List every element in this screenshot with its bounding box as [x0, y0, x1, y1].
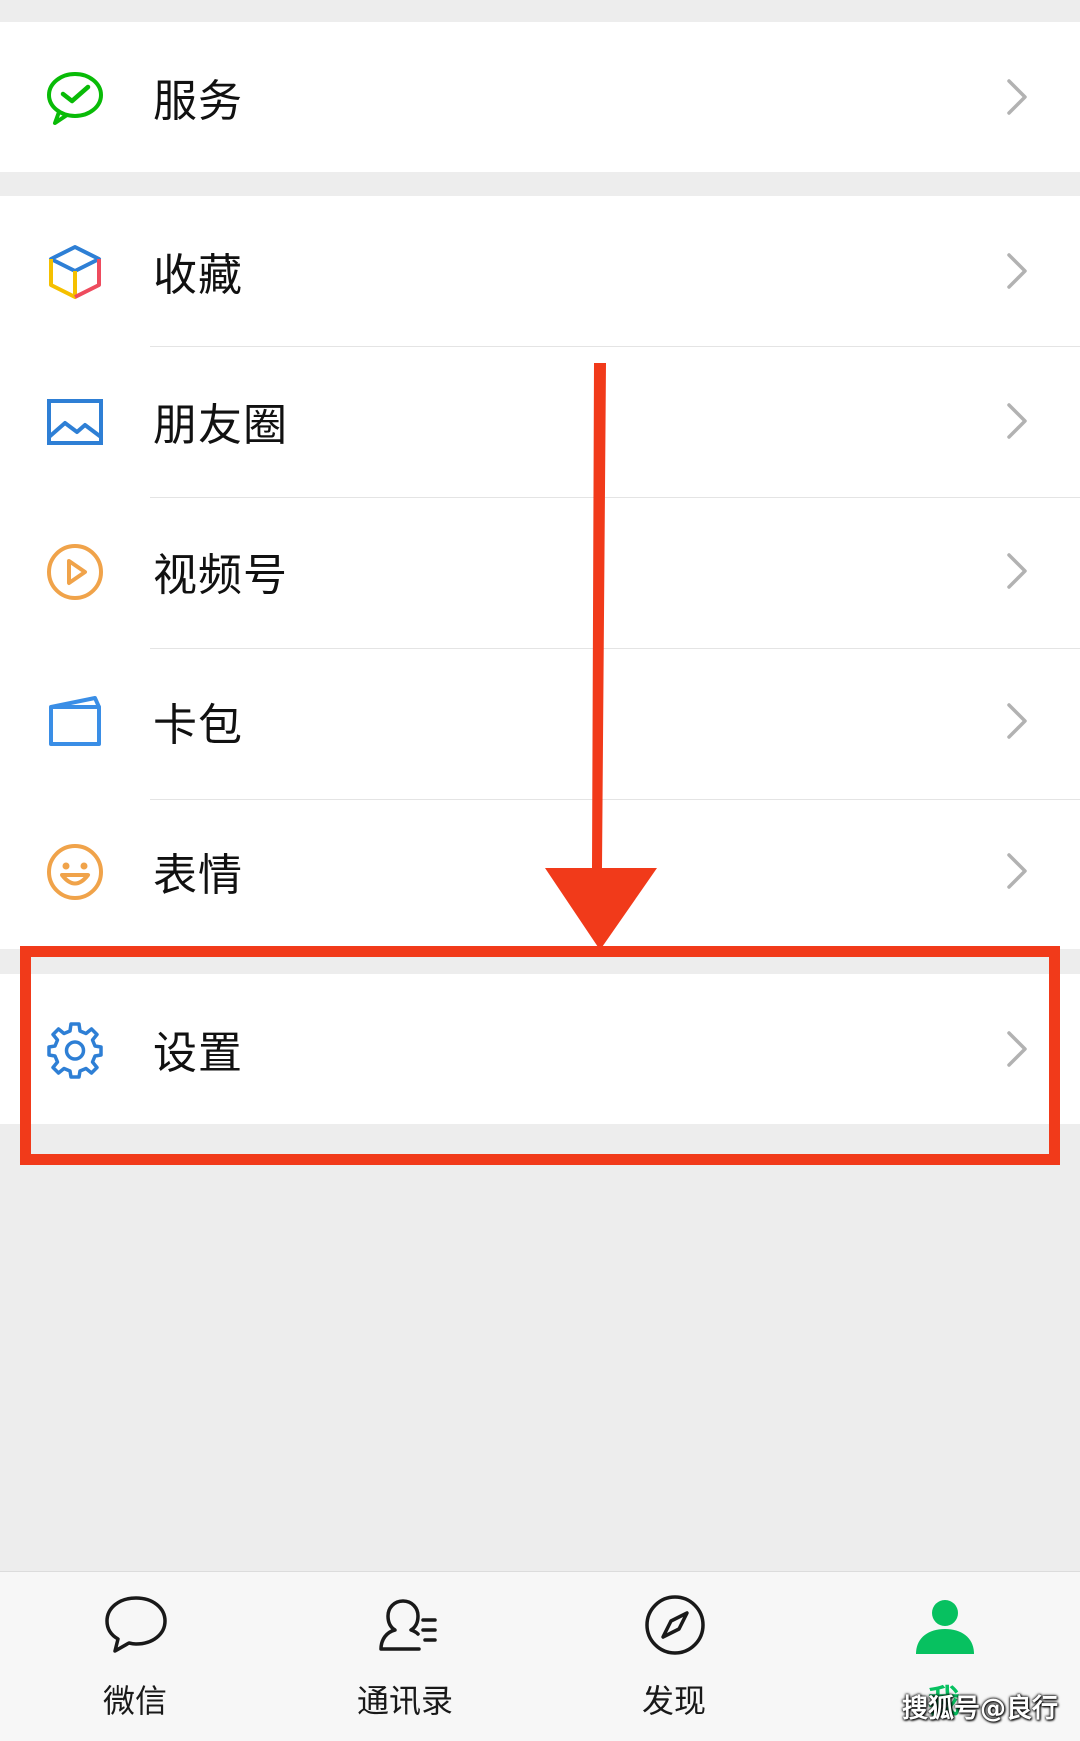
favorites-cube-icon [49, 245, 101, 299]
menu-item-label: 朋友圈 [153, 400, 288, 451]
tab-label: 微信 [102, 1682, 167, 1720]
compass-icon [645, 1595, 705, 1655]
chevron-right-icon [1007, 253, 1027, 289]
tab-label: 发现 [641, 1682, 706, 1720]
menu-item-label: 收藏 [153, 250, 243, 301]
menu-item-favorites[interactable]: 收藏 [0, 196, 1080, 346]
tab-discover[interactable]: 发现 [594, 1572, 754, 1741]
menu-item-label: 卡包 [153, 700, 243, 751]
chevron-right-icon [1007, 853, 1027, 889]
tab-label: 通讯录 [356, 1682, 453, 1720]
menu-item-label: 设置 [153, 1028, 243, 1079]
wechat-pay-icon [47, 72, 103, 125]
person-icon [916, 1600, 974, 1654]
features-group: 收藏 朋友圈 视频号 卡包 表情 [0, 196, 1080, 949]
me-page: 服务 收藏 朋友圈 视频号 卡包 表情 设置 微信 通讯录 发现 我 搜狐号@良… [0, 0, 1080, 1741]
tab-chats[interactable]: 微信 [55, 1572, 215, 1741]
menu-item-channels[interactable]: 视频号 [0, 496, 1080, 646]
chevron-right-icon [1007, 403, 1027, 439]
menu-item-label: 表情 [153, 850, 243, 901]
tab-contacts[interactable]: 通讯录 [325, 1572, 485, 1741]
card-wallet-icon [49, 696, 101, 746]
chevron-right-icon [1007, 553, 1027, 589]
menu-item-moments[interactable]: 朋友圈 [0, 346, 1080, 496]
channels-play-icon [47, 544, 103, 600]
menu-item-services[interactable]: 服务 [0, 22, 1080, 172]
chevron-right-icon [1007, 703, 1027, 739]
moments-picture-icon [47, 399, 103, 445]
chevron-right-icon [1007, 1031, 1027, 1067]
settings-group: 设置 [0, 974, 1080, 1124]
menu-item-label: 服务 [153, 76, 243, 127]
sticker-smiley-icon [47, 844, 103, 900]
contacts-icon [379, 1599, 437, 1651]
menu-item-card-wallet[interactable]: 卡包 [0, 646, 1080, 796]
menu-item-settings[interactable]: 设置 [0, 974, 1080, 1124]
gear-icon [47, 1022, 103, 1079]
services-group: 服务 [0, 22, 1080, 172]
chat-bubble-icon [105, 1596, 167, 1653]
menu-item-label: 视频号 [153, 550, 288, 601]
menu-item-stickers[interactable]: 表情 [0, 796, 1080, 946]
watermark: 搜狐号@良行 [901, 1694, 1058, 1724]
chevron-right-icon [1007, 79, 1027, 115]
